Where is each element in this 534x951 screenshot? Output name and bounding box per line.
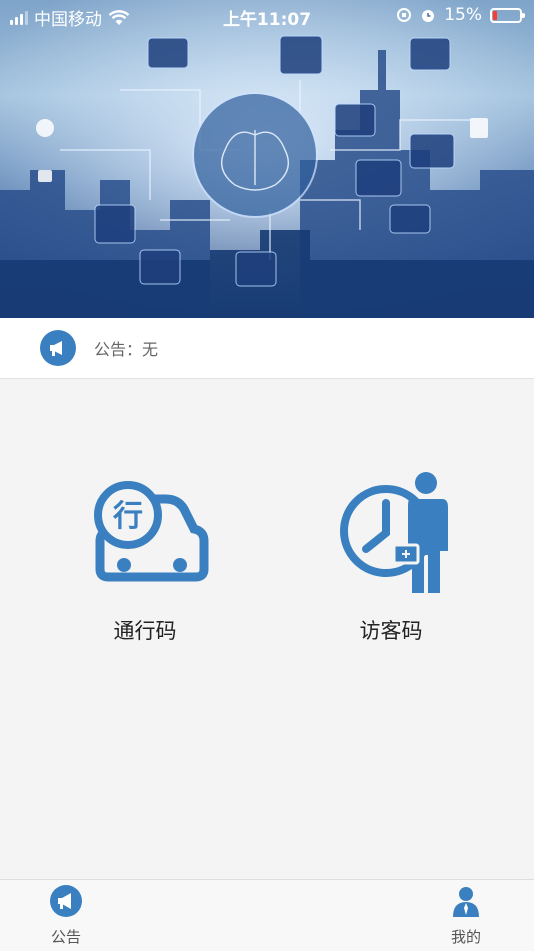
tab-notice-label: 公告 (50, 928, 81, 946)
battery-percent: 15% (444, 5, 482, 25)
tab-mine-label: 我的 (450, 928, 481, 946)
car-pass-icon: 行 (94, 481, 209, 582)
visitor-code-button[interactable]: 访客码 (306, 469, 476, 645)
feature-grid: 行 通行码 访客码 (0, 379, 534, 879)
status-right: 15% (396, 5, 525, 25)
visitor-clock-icon (340, 472, 448, 593)
user-icon (453, 887, 479, 917)
tab-mine[interactable]: 我的 (426, 884, 506, 947)
pass-code-button[interactable]: 行 通行码 (60, 469, 230, 645)
notice-text: 公告：无 (94, 340, 159, 359)
megaphone-icon (50, 885, 82, 917)
tab-notice[interactable]: 公告 (26, 884, 106, 947)
bottom-tab-bar: 公告 我的 (0, 879, 534, 951)
visitor-code-label: 访客码 (359, 619, 423, 643)
status-bar: 中国移动 上午11:07 15% (0, 0, 534, 30)
megaphone-icon (40, 330, 76, 366)
notice-bar[interactable]: 公告：无 (0, 318, 534, 379)
alarm-icon (422, 10, 435, 22)
orientation-lock-icon (397, 8, 412, 22)
battery-icon (490, 7, 525, 23)
pass-code-label: 通行码 (113, 619, 177, 643)
pass-icon-glyph: 行 (112, 499, 143, 534)
tech-city-illustration (0, 0, 534, 318)
hero-banner (0, 0, 534, 318)
